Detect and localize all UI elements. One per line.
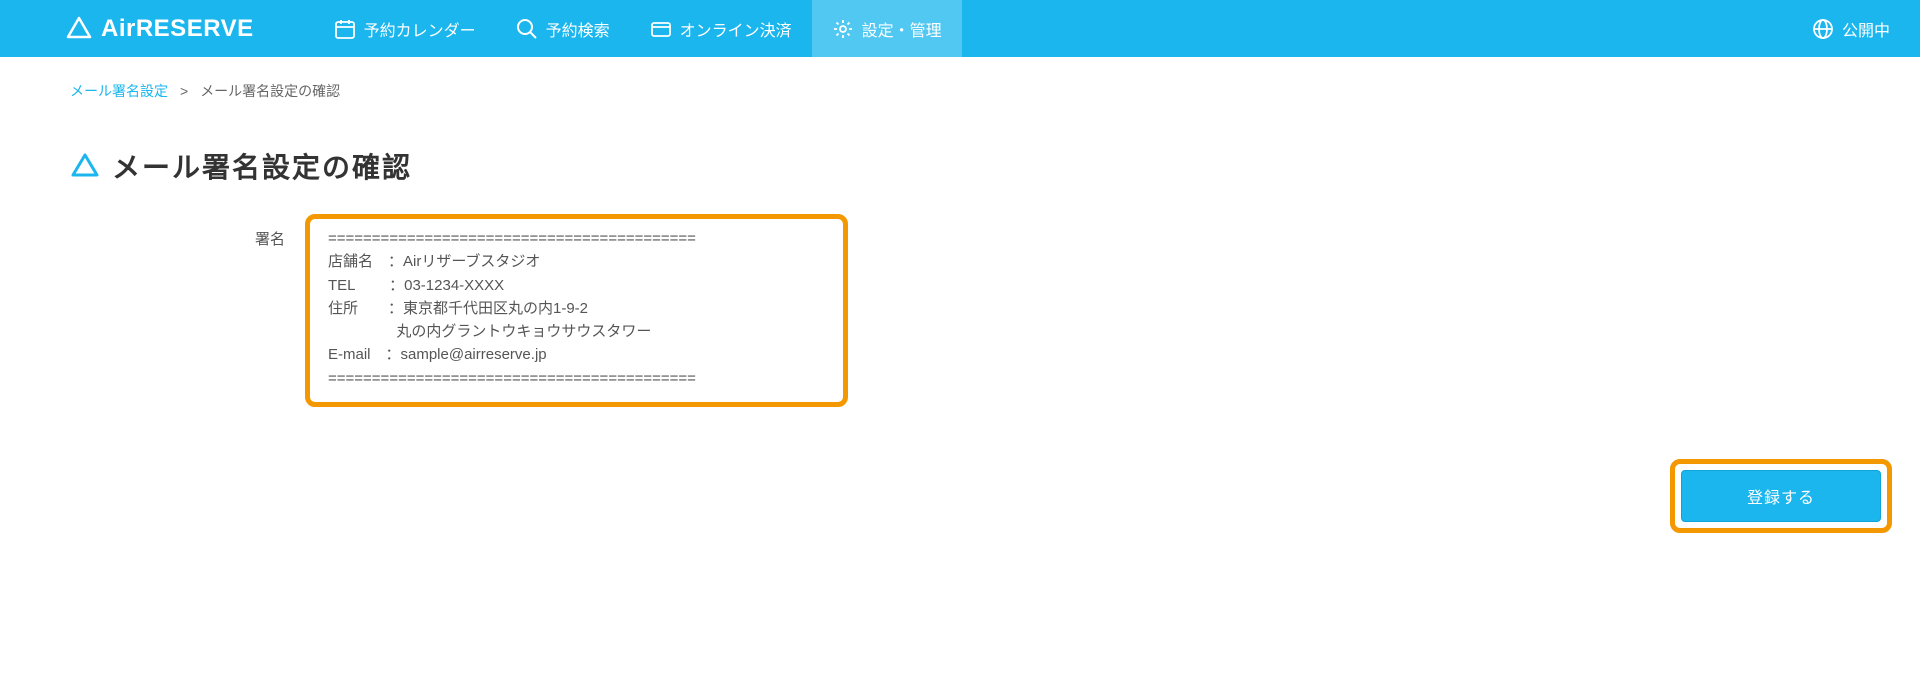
page-title: メール署名設定の確認 <box>112 146 412 186</box>
breadcrumb: メール署名設定 > メール署名設定の確認 <box>70 81 1850 101</box>
nav-label: オンライン決済 <box>680 17 792 41</box>
content: メール署名設定 > メール署名設定の確認 メール署名設定の確認 署名 =====… <box>0 57 1920 431</box>
signature-preview-box: ========================================… <box>305 214 848 407</box>
logo-text: AirRESERVE <box>101 15 254 43</box>
nav-label: 予約カレンダー <box>364 17 476 41</box>
signature-label: 署名 <box>225 214 285 249</box>
breadcrumb-current: メール署名設定の確認 <box>200 81 340 101</box>
nav-payment[interactable]: オンライン決済 <box>630 0 812 57</box>
triangle-icon <box>70 151 100 181</box>
nav-settings[interactable]: 設定・管理 <box>812 0 962 57</box>
search-icon <box>516 18 538 40</box>
header: AirRESERVE 予約カレンダー 予約検索 <box>0 0 1920 57</box>
breadcrumb-link[interactable]: メール署名設定 <box>70 81 168 101</box>
submit-highlight: 登録する <box>1670 459 1892 533</box>
signature-content: ========================================… <box>328 227 825 390</box>
nav: 予約カレンダー 予約検索 オンライン決済 <box>314 0 962 57</box>
nav-label: 予約検索 <box>546 17 610 41</box>
logo[interactable]: AirRESERVE <box>65 15 254 43</box>
breadcrumb-separator: > <box>180 83 188 99</box>
nav-calendar[interactable]: 予約カレンダー <box>314 0 496 57</box>
nav-search[interactable]: 予約検索 <box>496 0 630 57</box>
signature-row: 署名 =====================================… <box>225 214 1850 407</box>
globe-icon <box>1812 18 1834 40</box>
calendar-icon <box>334 18 356 40</box>
status-text: 公開中 <box>1842 17 1890 41</box>
submit-button[interactable]: 登録する <box>1681 470 1881 522</box>
nav-label: 設定・管理 <box>862 17 942 41</box>
gear-icon <box>832 18 854 40</box>
publish-status[interactable]: 公開中 <box>1812 17 1890 41</box>
logo-icon <box>65 15 93 43</box>
page-title-row: メール署名設定の確認 <box>70 146 1850 186</box>
card-icon <box>650 18 672 40</box>
